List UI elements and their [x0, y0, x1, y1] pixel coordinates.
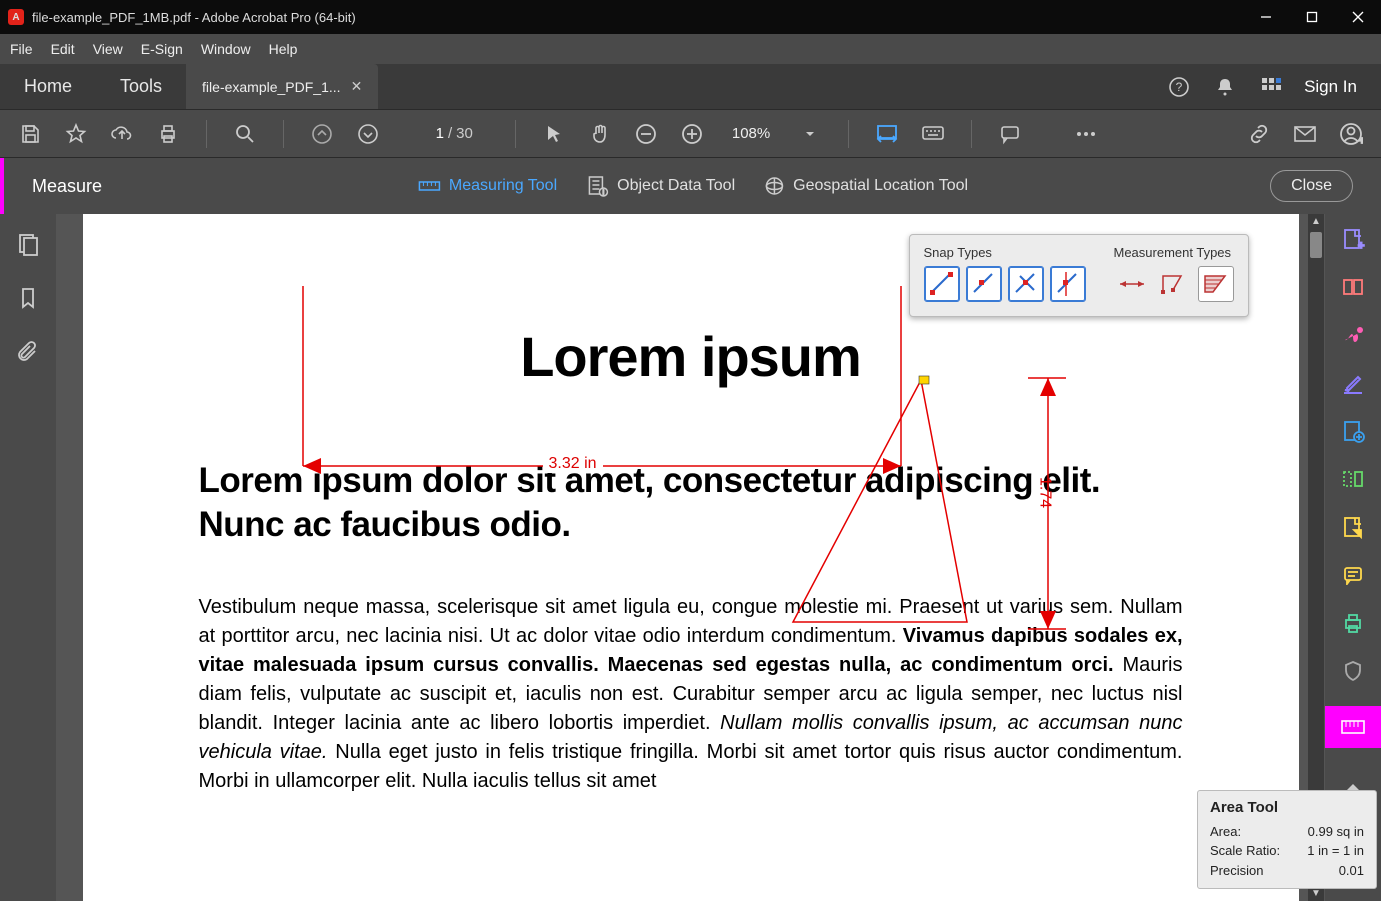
menu-edit[interactable]: Edit	[51, 41, 75, 57]
bell-icon[interactable]	[1212, 74, 1238, 100]
left-navigation-panel	[0, 214, 56, 901]
menu-file[interactable]: File	[10, 41, 33, 57]
thumbnails-icon[interactable]	[16, 232, 40, 256]
sign-icon[interactable]	[1340, 322, 1366, 348]
sign-in-button[interactable]: Sign In	[1304, 77, 1357, 97]
save-icon[interactable]	[18, 122, 42, 146]
doc-paragraph: Vestibulum neque massa, scelerisque sit …	[199, 593, 1183, 796]
combine-icon[interactable]	[1340, 274, 1366, 300]
create-pdf-icon[interactable]: +	[1340, 226, 1366, 252]
pointer-icon[interactable]	[542, 122, 566, 146]
distance-measure-button[interactable]	[1114, 266, 1150, 302]
zoom-dropdown-icon[interactable]	[798, 122, 822, 146]
edit-icon[interactable]	[1340, 370, 1366, 396]
object-data-tool-button[interactable]: i Object Data Tool	[585, 175, 735, 197]
snap-intersections-button[interactable]	[1050, 266, 1086, 302]
measure-panel-icon[interactable]	[1325, 706, 1381, 748]
page-total: 30	[456, 125, 473, 142]
zoom-label[interactable]: 108%	[732, 125, 770, 142]
measuring-tool-button[interactable]: Measuring Tool	[417, 177, 557, 195]
doc-h1: Lorem ipsum	[199, 324, 1183, 389]
svg-text:+: +	[1358, 240, 1364, 251]
zoom-out-icon[interactable]	[634, 122, 658, 146]
app-icon: A	[8, 9, 24, 25]
comment-page-icon[interactable]	[1340, 514, 1366, 540]
snap-types-title: Snap Types	[924, 245, 1086, 260]
snap-measurement-panel[interactable]: Snap Types Measurement Types	[909, 234, 1249, 317]
print-tool-icon[interactable]	[1340, 610, 1366, 636]
page-current-input[interactable]	[414, 125, 444, 142]
star-icon[interactable]	[64, 122, 88, 146]
vertical-dimension: 1.74	[1036, 477, 1054, 508]
geospatial-tool-button[interactable]: Geospatial Location Tool	[763, 175, 968, 197]
page-up-icon[interactable]	[310, 122, 334, 146]
area-tool-popup: Area Tool Area:0.99 sq in Scale Ratio:1 …	[1197, 790, 1377, 890]
snap-paths-button[interactable]	[924, 266, 960, 302]
minimize-button[interactable]	[1243, 0, 1289, 34]
area-tool-title: Area Tool	[1210, 799, 1364, 816]
help-icon[interactable]: ?	[1166, 74, 1192, 100]
tab-tools[interactable]: Tools	[96, 64, 186, 109]
window-title: file-example_PDF_1MB.pdf - Adobe Acrobat…	[32, 10, 356, 25]
snap-midpoints-button[interactable]	[1008, 266, 1044, 302]
sticky-note-icon[interactable]	[1340, 562, 1366, 588]
attachment-icon[interactable]	[16, 340, 40, 364]
menu-view[interactable]: View	[93, 41, 123, 57]
fit-width-icon[interactable]	[875, 122, 899, 146]
organize-icon[interactable]	[1340, 466, 1366, 492]
page-down-icon[interactable]	[356, 122, 380, 146]
document-area[interactable]: Snap Types Measurement Types	[56, 214, 1325, 901]
tab-bar: Home Tools file-example_PDF_1... ✕ ? Sig…	[0, 64, 1381, 110]
more-icon[interactable]	[1074, 122, 1098, 146]
keyboard-icon[interactable]	[921, 122, 945, 146]
tab-close-icon[interactable]: ✕	[351, 78, 363, 95]
menu-bar: File Edit View E-Sign Window Help	[0, 34, 1381, 64]
export-icon[interactable]	[1340, 418, 1366, 444]
close-button[interactable]	[1335, 0, 1381, 34]
scrollbar-thumb[interactable]	[1310, 232, 1322, 258]
shield-icon[interactable]	[1340, 658, 1366, 684]
svg-text:+: +	[1359, 136, 1363, 146]
measure-title: Measure	[32, 176, 102, 197]
measurement-types-title: Measurement Types	[1114, 245, 1234, 260]
grid-apps-icon[interactable]	[1258, 74, 1284, 100]
print-icon[interactable]	[156, 122, 180, 146]
cloud-upload-icon[interactable]	[110, 122, 134, 146]
menu-window[interactable]: Window	[201, 41, 251, 57]
perimeter-measure-button[interactable]	[1156, 266, 1192, 302]
title-bar: A file-example_PDF_1MB.pdf - Adobe Acrob…	[0, 0, 1381, 34]
tab-document[interactable]: file-example_PDF_1... ✕	[186, 64, 378, 109]
area-measure-button[interactable]	[1198, 266, 1234, 302]
zoom-in-icon[interactable]	[680, 122, 704, 146]
snap-endpoints-button[interactable]	[966, 266, 1002, 302]
page-sep: /	[448, 125, 452, 142]
comment-icon[interactable]	[998, 122, 1022, 146]
menu-help[interactable]: Help	[269, 41, 298, 57]
search-icon[interactable]	[233, 122, 257, 146]
measure-toolbar: Measure Measuring Tool i Object Data Too…	[0, 158, 1381, 214]
main-toolbar: / 30 108% +	[0, 110, 1381, 158]
horizontal-dimension: 3.32 in	[543, 455, 603, 473]
link-icon[interactable]	[1247, 122, 1271, 146]
bookmark-icon[interactable]	[16, 286, 40, 310]
menu-esign[interactable]: E-Sign	[141, 41, 183, 57]
maximize-button[interactable]	[1289, 0, 1335, 34]
mail-icon[interactable]	[1293, 122, 1317, 146]
tab-document-label: file-example_PDF_1...	[202, 79, 341, 95]
tab-home[interactable]: Home	[0, 64, 96, 109]
profile-icon[interactable]: +	[1339, 122, 1363, 146]
measure-close-button[interactable]: Close	[1270, 170, 1353, 202]
hand-icon[interactable]	[588, 122, 612, 146]
svg-text:?: ?	[1176, 80, 1183, 94]
page-content: Snap Types Measurement Types	[83, 214, 1299, 901]
